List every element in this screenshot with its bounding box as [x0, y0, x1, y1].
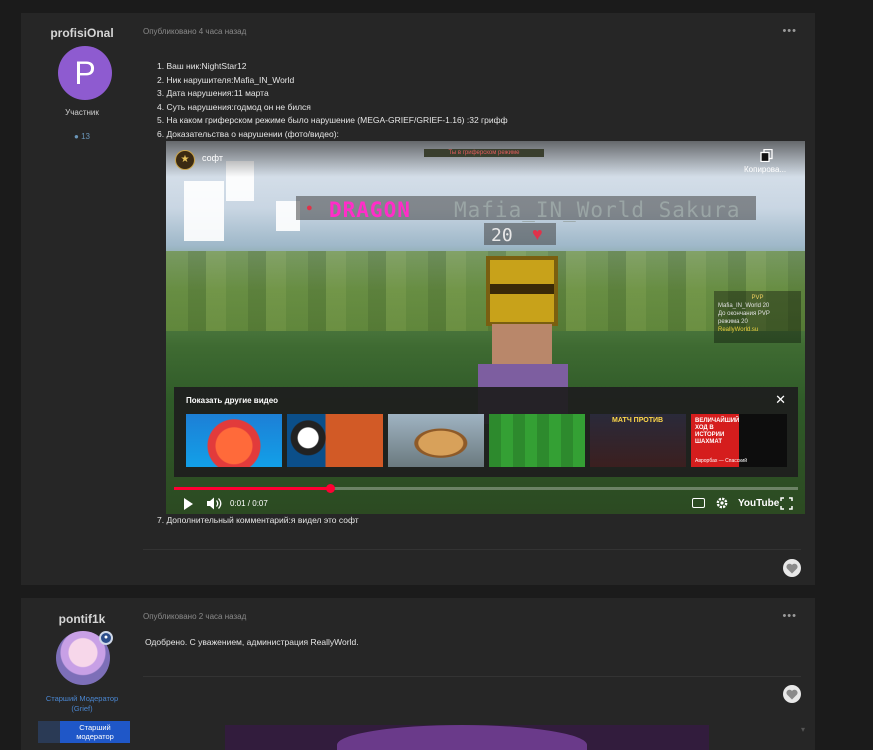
list-item: 1. Ваш ник:NightStar12: [157, 61, 247, 71]
heart-icon: ♥: [532, 224, 543, 244]
game-server-bar: Ты в гриферском режиме: [424, 149, 544, 157]
list-item: 2. Ник нарушителя:Mafia_IN_World: [157, 74, 295, 85]
heart-icon: ●: [306, 202, 313, 214]
video-scene-detail: [184, 181, 224, 241]
shield-icon: ●: [99, 631, 113, 645]
more-options-button[interactable]: •••: [782, 610, 797, 622]
list-item: 5. На каком гриферском режиме было наруш…: [157, 115, 508, 125]
thumbnail-caption: ВЕЛИЧАЙШИЙ ХОД В ИСТОРИИ ШАХМАТ: [695, 418, 740, 445]
post-content: 1. Ваш ник:NightStar12 2. Ник нарушителя…: [157, 60, 508, 141]
video-thumbnail[interactable]: [186, 414, 282, 467]
rank-label-line: Старший: [79, 723, 111, 732]
media-preview-detail: [337, 725, 587, 750]
more-videos-panel: Показать другие видео ✕ МАТЧ ПРОТИВ ВЕЛИ…: [174, 387, 798, 477]
reply-count: ● 13: [21, 132, 143, 141]
video-thumbnail[interactable]: [489, 414, 585, 467]
post-content: Одобрено. С уважением, администрация Rea…: [145, 637, 359, 647]
heart-icon: [786, 563, 798, 574]
scoreboard-line: режима 20: [718, 319, 748, 325]
nametag-prefix: DRAGON: [329, 198, 411, 222]
progress-handle[interactable]: [326, 484, 335, 493]
progress-fill: [174, 487, 330, 490]
youtube-embed[interactable]: ★ софт Ты в гриферском режиме Копирова..…: [166, 141, 805, 514]
video-thumbnail[interactable]: [388, 414, 484, 467]
video-time: 0:01 / 0:07: [230, 499, 268, 508]
thumbnail-caption: МАТЧ ПРОТИВ: [612, 417, 664, 424]
author-role-line: (Grief): [71, 704, 93, 713]
play-icon[interactable]: [184, 498, 193, 510]
divider: [143, 676, 801, 677]
reply-count-value: 13: [81, 132, 90, 141]
close-icon[interactable]: ✕: [775, 392, 786, 408]
author-name[interactable]: pontif1k: [21, 612, 143, 626]
rank-label-line: модератор: [76, 732, 114, 741]
video-controls: 0:01 / 0:07 YouTube: [166, 493, 805, 514]
author-role-line: Старший Модератор: [45, 694, 119, 703]
subtitles-icon[interactable]: [692, 498, 705, 508]
post: pontif1k ● Старший Модератор (Grief) Ста…: [21, 598, 815, 750]
video-thumbnail[interactable]: МАТЧ ПРОТИВ: [590, 414, 686, 467]
rank-badge: Старший модератор: [38, 721, 130, 743]
more-videos-title: Показать другие видео: [186, 396, 279, 405]
channel-avatar-icon[interactable]: ★: [175, 150, 195, 170]
copy-link-icon[interactable]: [760, 149, 774, 162]
author-role: Участник: [65, 108, 99, 117]
health-value: 20: [491, 225, 513, 246]
video-thumbnail[interactable]: ВЕЛИЧАЙШИЙ ХОД В ИСТОРИИ ШАХМАТ Аврорбах…: [691, 414, 787, 467]
reaction-button[interactable]: [783, 685, 801, 703]
video-title[interactable]: софт: [202, 153, 223, 163]
youtube-logo[interactable]: YouTube: [738, 498, 779, 509]
scoreboard-line: До окончания PVP: [718, 311, 770, 317]
video-title-bar: [166, 141, 805, 177]
embedded-media-preview[interactable]: [225, 725, 709, 750]
divider: [143, 549, 801, 550]
scoreboard-line: Mafia_IN_World 20: [718, 303, 770, 309]
scoreboard: PVP Mafia_IN_World 20 До окончания PVP р…: [714, 291, 801, 343]
list-item: 4. Суть нарушения:годмод он не бился: [157, 101, 311, 112]
volume-icon[interactable]: [206, 497, 222, 510]
rank-icon: [38, 721, 60, 743]
post-date[interactable]: Опубликовано 2 часа назад: [143, 612, 246, 621]
comment-icon: ●: [74, 132, 79, 141]
video-thumbnail[interactable]: [287, 414, 383, 467]
author-name[interactable]: profisiOnal: [21, 26, 143, 40]
additional-comment: 7. Дополнительный комментарий:я видел эт…: [157, 515, 359, 525]
heart-icon: [786, 689, 798, 700]
avatar[interactable]: P: [58, 46, 112, 100]
reaction-button[interactable]: [783, 559, 801, 577]
gear-icon[interactable]: [715, 496, 729, 510]
rank-label: Старший модератор: [60, 721, 130, 743]
fullscreen-icon[interactable]: [780, 497, 793, 510]
author-role: Старший Модератор (Grief): [21, 694, 143, 714]
list-item: 3. Дата нарушения:11 марта: [157, 88, 269, 98]
more-options-button[interactable]: •••: [782, 25, 797, 37]
copy-link-label[interactable]: Копирова...: [744, 165, 786, 174]
nametag-nick: Mafia_IN_World Sakura: [454, 198, 741, 222]
thumbnail-subcaption: Аврорбах — Спасский: [695, 458, 748, 464]
video-progress-bar[interactable]: [174, 484, 798, 493]
chevron-down-icon[interactable]: ▾: [801, 725, 805, 734]
list-item: 6. Доказательства о нарушении (фото/виде…: [157, 128, 339, 139]
player-face: [492, 324, 552, 364]
scoreboard-site: ReallyWorld.su: [718, 327, 759, 333]
scoreboard-title: PVP: [751, 295, 764, 301]
post-date[interactable]: Опубликовано 4 часа назад: [143, 27, 246, 36]
player-helmet: [486, 256, 558, 326]
post: profisiOnal P Участник ● 13 Опубликовано…: [21, 13, 815, 585]
